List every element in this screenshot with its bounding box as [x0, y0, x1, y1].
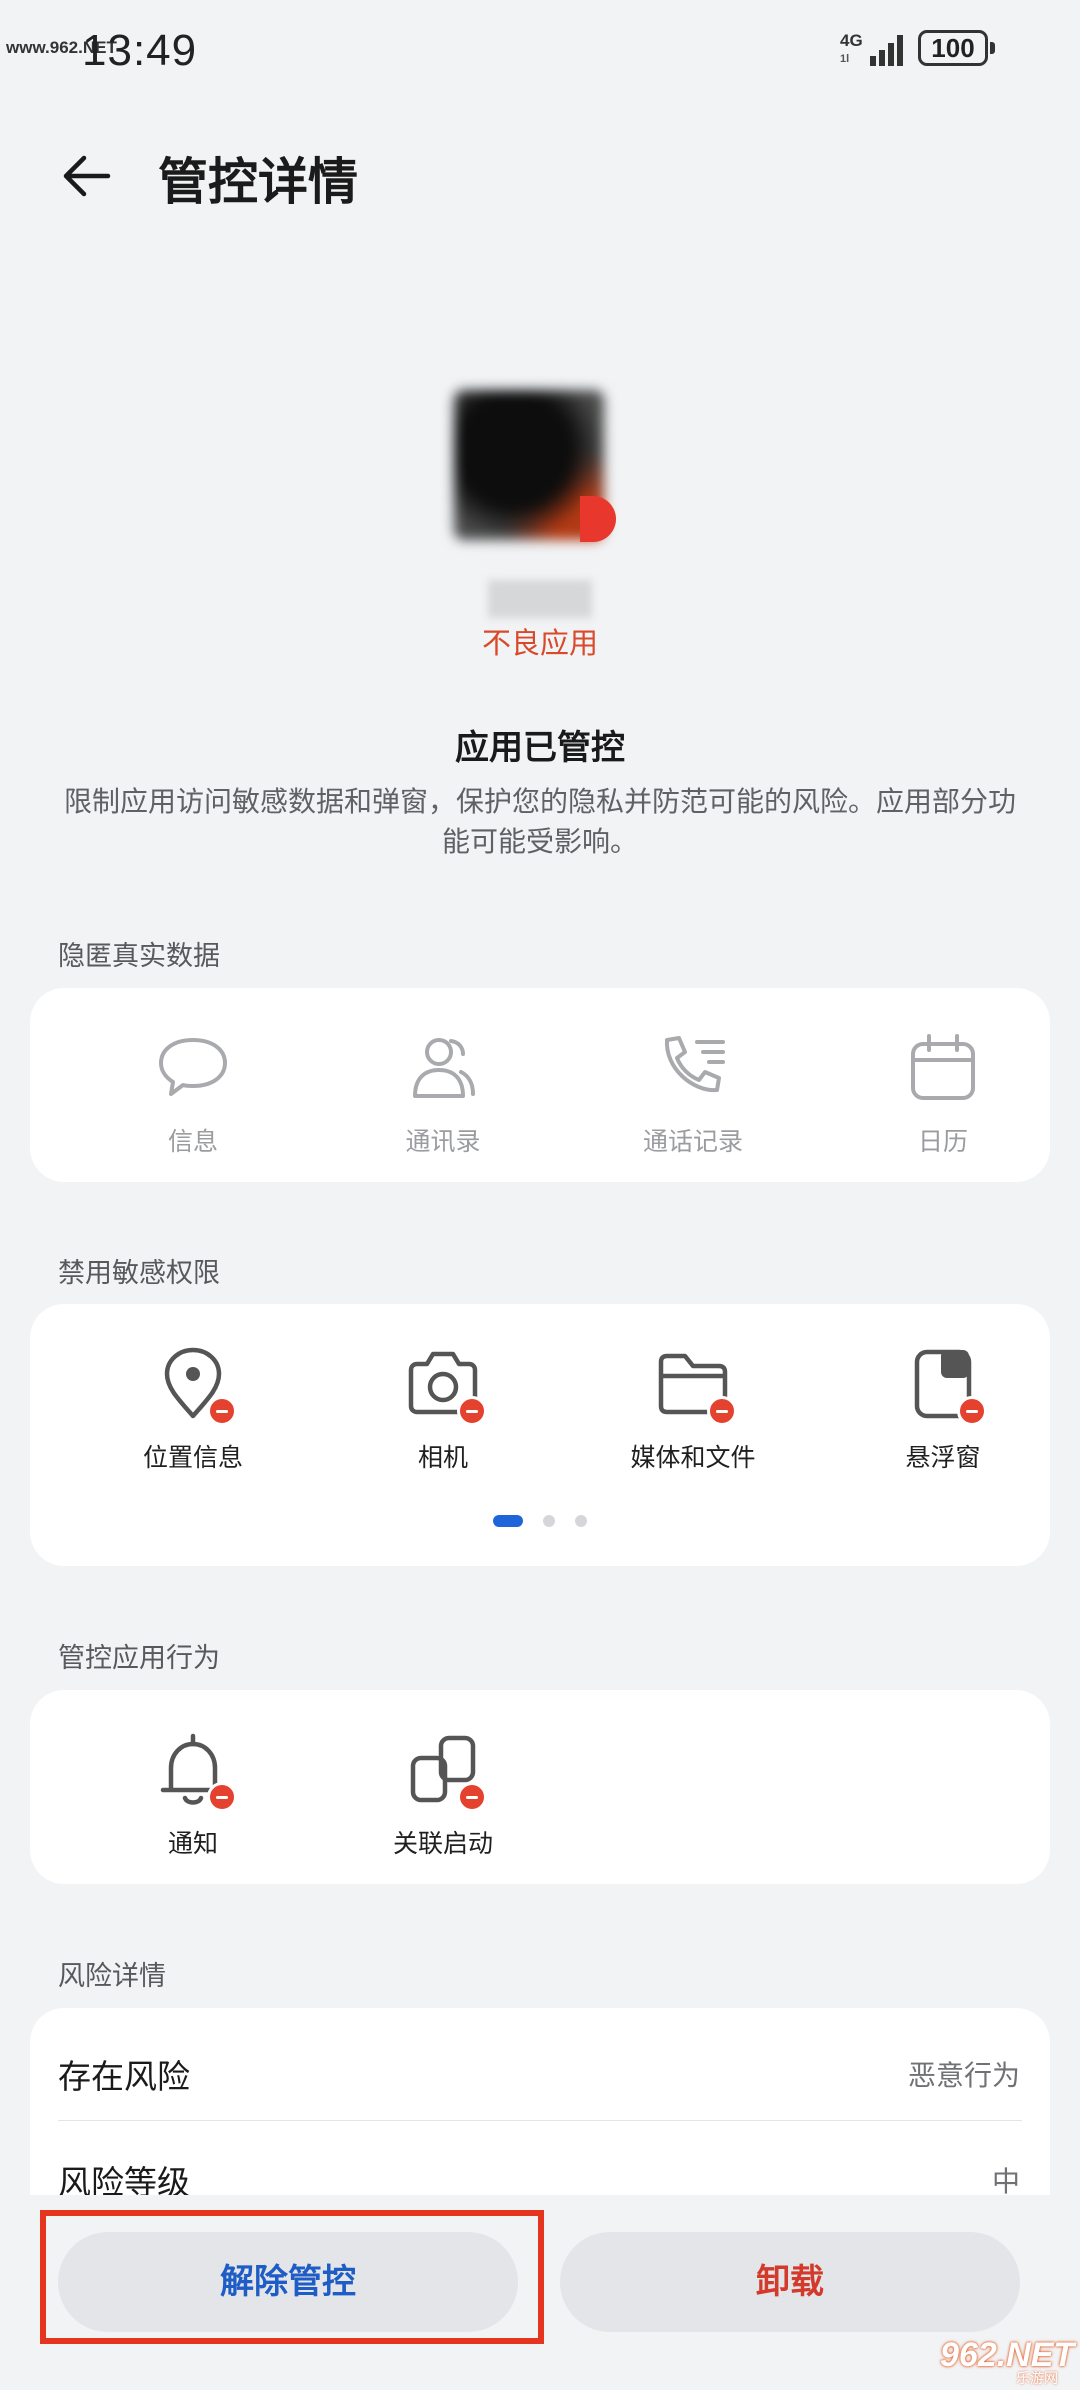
hidden-item-label: 信息: [167, 1127, 218, 1156]
linked-launch-icon: [403, 1730, 487, 1812]
camera-icon: [403, 1344, 487, 1426]
behavior-label: 通知: [167, 1829, 218, 1858]
permission-floating-window[interactable]: 悬浮窗: [843, 1344, 1043, 1474]
behavior-linked-launch[interactable]: 关联启动: [343, 1730, 543, 1860]
permissions-card: 位置信息 相机 媒体和文件 悬浮窗: [30, 1304, 1050, 1566]
page-title: 管控详情: [158, 153, 358, 211]
page-dot-2[interactable]: [543, 1514, 555, 1527]
battery-tip: [990, 42, 995, 54]
section-title-risk: 风险详情: [58, 1961, 166, 1992]
section-title-permissions: 禁用敏感权限: [58, 1258, 220, 1289]
behaviors-card: 通知 关联启动: [30, 1690, 1050, 1884]
disabled-badge-icon: [207, 1782, 237, 1812]
signal-icon: [870, 35, 903, 66]
disabled-badge-icon: [207, 1396, 237, 1426]
section-title-hidden-data: 隐匿真实数据: [58, 941, 220, 972]
hidden-item-label: 日历: [917, 1127, 968, 1156]
disabled-badge-icon: [457, 1396, 487, 1426]
risk-row-value: 恶意行为: [907, 2059, 1020, 2092]
hidden-data-card: 信息 通讯录 通话记录 日历: [30, 988, 1050, 1182]
network-indicator: 4G 1l: [840, 32, 863, 68]
calendar-icon: [903, 1028, 983, 1108]
section-title-behaviors: 管控应用行为: [58, 1643, 220, 1674]
permission-camera[interactable]: 相机: [343, 1344, 543, 1474]
row-divider: [58, 2120, 1022, 2121]
message-icon: [153, 1028, 233, 1108]
managed-title: 应用已管控: [455, 728, 625, 768]
managed-description: 限制应用访问敏感数据和弹窗，保护您的隐私并防范可能的风险。应用部分功能可能受影响…: [63, 785, 1016, 858]
network-label: 4G: [840, 31, 863, 50]
disabled-badge-icon: [707, 1396, 737, 1426]
battery-icon: 100: [918, 30, 988, 66]
contacts-icon: [403, 1028, 483, 1108]
bell-icon: [153, 1730, 237, 1812]
folder-icon: [653, 1344, 737, 1426]
arrow-left-icon[interactable]: [56, 146, 116, 206]
page-indicator[interactable]: [30, 1510, 1050, 1529]
page-dot-3[interactable]: [575, 1514, 587, 1527]
permission-media-files[interactable]: 媒体和文件: [593, 1344, 793, 1474]
permission-label: 相机: [417, 1443, 468, 1472]
behavior-notification[interactable]: 通知: [93, 1730, 293, 1860]
watermark-bottom-sub: 乐游网: [1016, 2371, 1058, 2387]
call-log-icon: [653, 1028, 733, 1108]
permission-label: 位置信息: [142, 1443, 243, 1472]
hidden-item-call-log[interactable]: 通话记录: [593, 1028, 793, 1158]
permission-label: 悬浮窗: [905, 1443, 981, 1472]
risk-row-label: 存在风险: [58, 2057, 190, 2096]
app-risk-tag: 不良应用: [481, 626, 598, 660]
network-sub: 1l: [840, 53, 850, 65]
permission-location[interactable]: 位置信息: [93, 1344, 293, 1474]
page-dot-1[interactable]: [493, 1514, 523, 1527]
floating-window-icon: [903, 1344, 987, 1426]
location-icon: [153, 1344, 237, 1426]
hidden-item-messages[interactable]: 信息: [93, 1028, 293, 1158]
app-warning-badge: [580, 496, 616, 542]
hidden-item-label: 通讯录: [405, 1127, 481, 1156]
permission-label: 媒体和文件: [630, 1443, 756, 1472]
status-time: 13:49: [82, 26, 198, 75]
hidden-item-label: 通话记录: [642, 1127, 743, 1156]
risk-level-value: 中: [991, 2165, 1020, 2198]
hidden-item-contacts[interactable]: 通讯录: [343, 1028, 543, 1158]
uninstall-button[interactable]: 卸载: [560, 2232, 1020, 2332]
disabled-badge-icon: [957, 1396, 987, 1426]
disabled-badge-icon: [457, 1782, 487, 1812]
app-name-redacted: [488, 580, 592, 618]
behavior-label: 关联启动: [392, 1829, 493, 1858]
hidden-item-calendar[interactable]: 日历: [843, 1028, 1043, 1158]
highlight-box: [40, 2210, 544, 2344]
